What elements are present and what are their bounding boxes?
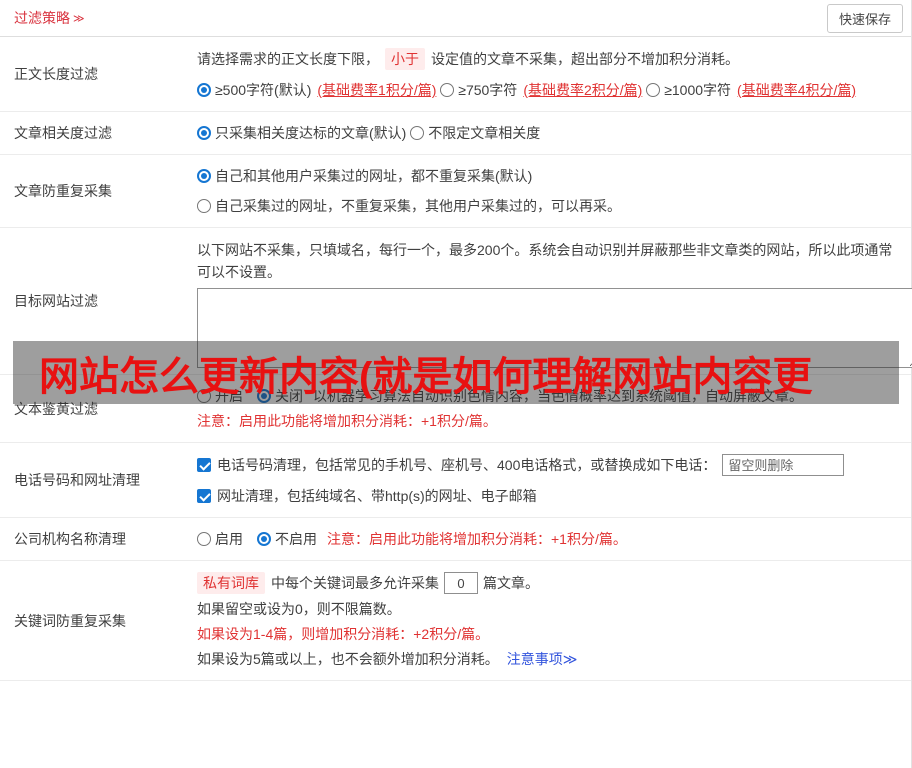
target-site-content: 以下网站不采集，只填域名，每行一个，最多200个。系统会自动识别并屏蔽那些非文章… [183, 228, 912, 374]
fee-note: (基础费率2积分/篇) [523, 82, 643, 98]
dedup-label: 文章防重复采集 [14, 183, 112, 199]
option-label: 开启 [215, 388, 243, 404]
option-label: 不限定文章相关度 [428, 125, 541, 141]
option-label: ≥1000字符 [664, 82, 732, 98]
porn-filter-on-option[interactable]: 开启 [197, 386, 243, 406]
body-length-option-1000[interactable]: ≥1000字符 (基础费率4积分/篇) [646, 80, 856, 100]
option-label: 只采集相关度达标的文章(默认) [215, 125, 407, 141]
company-clean-cost-note: 注意：启用此功能将增加积分消耗：+1积分/篇。 [327, 531, 627, 547]
relevance-label: 文章相关度过滤 [14, 125, 112, 141]
phone-url-label: 电话号码和网址清理 [14, 472, 140, 488]
keyword-dedup-content: 私有词库 中每个关键词最多允许采集 篇文章。 如果留空或设为0，则不限篇数。 如… [183, 561, 911, 680]
chevron-down-icon: ≫ [73, 12, 85, 25]
filter-strategy-page: 过滤策略 ≫ 快速保存 正文长度过滤 请选择需求的正文长度下限， 小于 设定值的… [0, 0, 912, 768]
row-porn-filter: 文本鉴黄过滤 开启 关闭 以机器学习算法自动识别色情内容，当色情概率达到系统阈值… [0, 375, 911, 443]
keyword-count-input[interactable] [444, 572, 478, 594]
checkbox-icon[interactable] [197, 489, 211, 503]
company-clean-content: 启用 不启用 注意：启用此功能将增加积分消耗：+1积分/篇。 [183, 518, 911, 560]
option-label: ≥750字符 [458, 82, 518, 98]
option-label: 关闭 [275, 388, 303, 404]
radio-icon[interactable] [197, 199, 211, 213]
body-length-content: 请选择需求的正文长度下限， 小于 设定值的文章不采集，超出部分不增加积分消耗。 … [183, 37, 911, 111]
notice-link[interactable]: 注意事项≫ [507, 649, 578, 669]
private-lexicon-tag[interactable]: 私有词库 [197, 572, 265, 594]
porn-filter-off-option[interactable]: 关闭 [257, 386, 303, 406]
body-length-option-500[interactable]: ≥500字符(默认) (基础费率1积分/篇) [197, 80, 436, 100]
url-clean-option[interactable]: 网址清理，包括纯域名、带http(s)的网址、电子邮箱 [197, 486, 537, 506]
row-body-length-filter: 正文长度过滤 请选择需求的正文长度下限， 小于 设定值的文章不采集，超出部分不增… [0, 37, 911, 112]
blocked-sites-textarea[interactable] [197, 288, 912, 368]
option-label: ≥500字符(默认) [215, 82, 312, 98]
keyword-dedup-label: 关键词防重复采集 [14, 612, 126, 629]
checkbox-icon[interactable] [197, 458, 211, 472]
phone-url-content: 电话号码清理，包括常见的手机号、座机号、400电话格式，或替换成如下电话： 网址… [183, 443, 911, 517]
keyword-limit-text: 中每个关键词最多允许采集 [271, 575, 439, 591]
porn-filter-content: 开启 关闭 以机器学习算法自动识别色情内容，当色情概率达到系统阈值，自动屏蔽文章… [183, 375, 911, 442]
phone-clean-text: 电话号码清理，包括常见的手机号、座机号、400电话格式，或替换成如下电话： [217, 457, 717, 473]
radio-icon[interactable] [440, 83, 455, 97]
intro-text-before: 请选择需求的正文长度下限， [197, 51, 379, 67]
radio-icon[interactable] [197, 169, 211, 183]
radio-icon[interactable] [197, 83, 211, 97]
dedup-content: 自己和其他用户采集过的网址，都不重复采集(默认) 自己采集过的网址，不重复采集，… [183, 155, 911, 227]
porn-filter-cost-note: 注意：启用此功能将增加积分消耗：+1积分/篇。 [197, 413, 497, 429]
company-clean-off-option[interactable]: 不启用 [257, 529, 317, 549]
keyword-note-5plus-text: 如果设为5篇或以上，也不会额外增加积分消耗。 [197, 651, 499, 667]
porn-filter-label: 文本鉴黄过滤 [14, 400, 98, 417]
company-clean-options-line: 启用 不启用 注意：启用此功能将增加积分消耗：+1积分/篇。 [197, 529, 903, 549]
quick-save-button[interactable]: 快速保存 [826, 3, 903, 33]
radio-icon[interactable] [410, 126, 425, 140]
option-label: 不启用 [275, 531, 317, 547]
intro-text-after: 设定值的文章不采集，超出部分不增加积分消耗。 [431, 51, 739, 67]
page-title-text: 过滤策略 [14, 10, 70, 26]
radio-icon[interactable] [197, 389, 211, 403]
option-label: 自己和其他用户采集过的网址，都不重复采集(默认) [215, 168, 533, 184]
relevance-option-any[interactable]: 不限定文章相关度 [410, 123, 540, 143]
radio-icon[interactable] [257, 532, 271, 546]
body-length-label: 正文长度过滤 [14, 66, 98, 82]
dedup-option-self-only[interactable]: 自己采集过的网址，不重复采集，其他用户采集过的，可以再采。 [197, 196, 621, 216]
keyword-note-empty: 如果留空或设为0，则不限篇数。 [197, 601, 401, 617]
row-article-dedup: 文章防重复采集 自己和其他用户采集过的网址，都不重复采集(默认) 自己采集过的网… [0, 155, 911, 228]
phone-clean-option[interactable]: 电话号码清理，包括常见的手机号、座机号、400电话格式，或替换成如下电话： [197, 454, 845, 476]
target-site-label: 目标网站过滤 [14, 293, 98, 309]
option-label: 启用 [215, 531, 243, 547]
radio-icon[interactable] [197, 532, 211, 546]
radio-icon[interactable] [197, 126, 211, 140]
fee-note: (基础费率4积分/篇) [737, 82, 857, 98]
company-clean-on-option[interactable]: 启用 [197, 529, 243, 549]
page-title[interactable]: 过滤策略 ≫ [14, 8, 85, 28]
dedup-option-global[interactable]: 自己和其他用户采集过的网址，都不重复采集(默认) [197, 166, 532, 186]
keyword-limit-text-end: 篇文章。 [483, 575, 539, 591]
company-clean-label: 公司机构名称清理 [14, 531, 126, 547]
radio-icon[interactable] [646, 83, 661, 97]
keyword-note-1-4: 如果设为1-4篇，则增加积分消耗：+2积分/篇。 [197, 626, 490, 642]
row-phone-url-clean: 电话号码和网址清理 电话号码清理，包括常见的手机号、座机号、400电话格式，或替… [0, 443, 911, 518]
keyword-limit-line: 私有词库 中每个关键词最多允许采集 篇文章。 [197, 572, 903, 594]
porn-filter-description: 以机器学习算法自动识别色情内容，当色情概率达到系统阈值，自动屏蔽文章。 [313, 388, 803, 404]
url-clean-text: 网址清理，包括纯域名、带http(s)的网址、电子邮箱 [217, 488, 537, 504]
keyword-note-5plus-line: 如果设为5篇或以上，也不会额外增加积分消耗。 注意事项≫ [197, 649, 903, 669]
row-relevance-filter: 文章相关度过滤 只采集相关度达标的文章(默认) 不限定文章相关度 [0, 112, 911, 155]
option-label: 自己采集过的网址，不重复采集，其他用户采集过的，可以再采。 [215, 198, 621, 214]
fee-note: (基础费率1积分/篇) [317, 82, 437, 98]
body-length-option-750[interactable]: ≥750字符 (基础费率2积分/篇) [440, 80, 642, 100]
replacement-phone-input[interactable] [722, 454, 845, 476]
page-header: 过滤策略 ≫ 快速保存 [0, 0, 911, 37]
porn-filter-options-line: 开启 关闭 以机器学习算法自动识别色情内容，当色情概率达到系统阈值，自动屏蔽文章… [197, 386, 903, 406]
row-target-site-filter: 目标网站过滤 以下网站不采集，只填域名，每行一个，最多200个。系统会自动识别并… [0, 228, 912, 375]
row-keyword-dedup: 关键词防重复采集 私有词库 中每个关键词最多允许采集 篇文章。 如果留空或设为0… [0, 561, 911, 681]
relevance-content: 只采集相关度达标的文章(默认) 不限定文章相关度 [183, 112, 911, 154]
relevance-option-strict[interactable]: 只采集相关度达标的文章(默认) [197, 123, 406, 143]
target-site-description: 以下网站不采集，只填域名，每行一个，最多200个。系统会自动识别并屏蔽那些非文章… [197, 242, 893, 280]
radio-icon[interactable] [257, 389, 271, 403]
body-length-intro: 请选择需求的正文长度下限， 小于 设定值的文章不采集，超出部分不增加积分消耗。 [197, 48, 903, 70]
row-company-clean: 公司机构名称清理 启用 不启用 注意：启用此功能将增加积分消耗：+1积分/篇。 [0, 518, 911, 561]
less-than-tag: 小于 [385, 48, 425, 70]
